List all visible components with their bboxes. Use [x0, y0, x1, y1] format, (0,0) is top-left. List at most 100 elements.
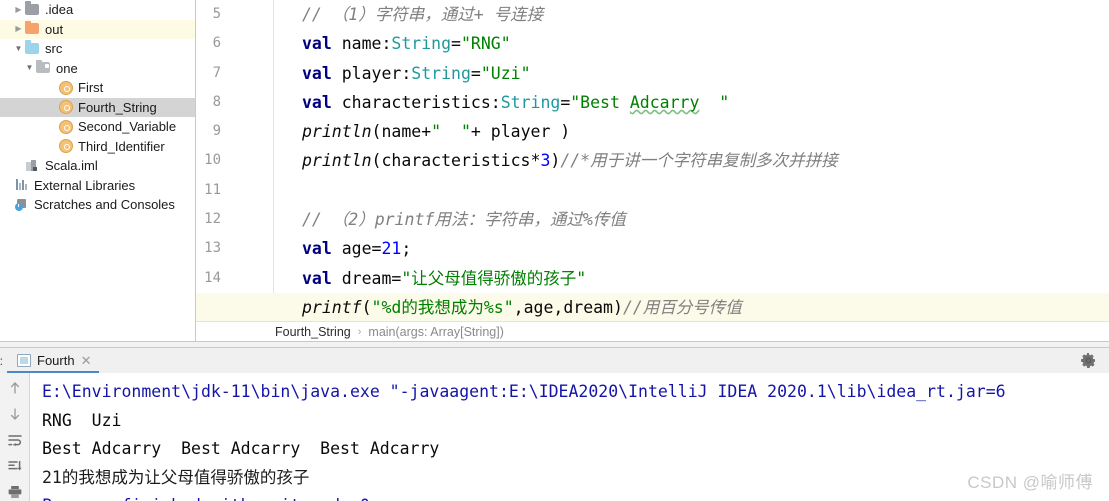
tree-item-second-variable[interactable]: Second_Variable — [0, 117, 195, 137]
tree-item-src[interactable]: ▼ src — [0, 39, 195, 59]
panel-splitter[interactable] — [0, 341, 1109, 348]
code-token: printf — [302, 297, 362, 317]
code-token: println — [302, 122, 372, 142]
chevron-right-icon[interactable]: ▶ — [13, 4, 24, 15]
run-tab-label: Fourth — [37, 353, 75, 368]
tree-item-third-identifier[interactable]: Third_Identifier — [0, 137, 195, 157]
print-icon[interactable] — [5, 484, 25, 501]
run-tab-fourth[interactable]: Fourth ✕ — [7, 348, 100, 373]
code-editor[interactable]: 56789101112131415 // （1）字符串，通过+ 号连接val n… — [196, 0, 1109, 341]
scroll-up-icon[interactable] — [5, 379, 25, 396]
code-content[interactable]: // （1）字符串，通过+ 号连接 val name:String="RNG" va… — [196, 0, 1109, 323]
gutter-line-7[interactable]: 7 — [196, 59, 273, 88]
gutter-line-8[interactable]: 8 — [196, 88, 273, 117]
gutter-line-5[interactable]: 5 — [196, 0, 273, 29]
code-token: "Best — [570, 92, 630, 112]
code-token: 21 — [381, 239, 402, 259]
watermark: CSDN @喻师傅 — [967, 473, 1093, 492]
tree-item-label: Scratches and Consoles — [34, 197, 175, 213]
code-line-11[interactable] — [302, 176, 1109, 205]
console-output[interactable]: E:\Environment\jdk-11\bin\java.exe "-jav… — [31, 373, 1109, 501]
scroll-down-icon[interactable] — [5, 405, 25, 422]
console-line: Best Adcarry Best Adcarry Best Adcarry — [42, 439, 440, 458]
breadcrumb-separator-icon: › — [357, 325, 362, 338]
scroll-to-end-icon[interactable] — [5, 458, 25, 475]
console-toolbar[interactable] — [0, 373, 30, 501]
chevron-down-icon[interactable]: ▼ — [13, 43, 24, 54]
project-tree-panel[interactable]: ▶ .idea ▶ out ▼ src ▼ one First Fourth_String Seco… — [0, 0, 196, 341]
gutter-line-6[interactable]: 6 — [196, 29, 273, 58]
line-number: 6 — [212, 35, 221, 52]
console-line: E:\Environment\jdk-11\bin\java.exe "-jav… — [42, 382, 1006, 401]
tree-item-scratches-and-consoles[interactable]: Scratches and Consoles — [0, 195, 195, 215]
scala-object-icon — [57, 119, 74, 134]
scala-object-icon — [57, 139, 74, 154]
code-token: String — [500, 92, 561, 112]
chevron-down-icon[interactable]: ▼ — [24, 63, 35, 74]
ide-window: ▶ .idea ▶ out ▼ src ▼ one First Fourth_String Seco… — [0, 0, 1109, 501]
code-line-14[interactable]: val dream="让父母值得骄傲的孩子" — [302, 264, 1109, 293]
tree-item-first[interactable]: First — [0, 78, 195, 98]
code-line-8[interactable]: val characteristics:String="Best Adcarry… — [302, 88, 1109, 117]
code-token: name: — [331, 34, 392, 54]
editor-gutter[interactable]: 56789101112131415 — [196, 0, 274, 323]
tree-item-out[interactable]: ▶ out — [0, 19, 195, 39]
folder-orange-icon — [24, 20, 41, 36]
gutter-line-12[interactable]: 12 — [196, 205, 273, 234]
code-token: Adcarry — [629, 92, 700, 112]
gutter-line-14[interactable]: 14 — [196, 264, 273, 293]
code-token: // （2）printf用法：字符串，通过%传值 — [302, 210, 626, 230]
gutter-line-11[interactable]: 11 — [196, 176, 273, 205]
tree-item-label: out — [45, 21, 64, 37]
breadcrumb-method[interactable]: main(args: Array[String]) — [368, 325, 503, 339]
gutter-line-13[interactable]: 13 — [196, 234, 273, 263]
chevron-right-icon[interactable]: ▶ — [13, 24, 24, 35]
breadcrumb-class[interactable]: Fourth_String — [275, 325, 351, 339]
code-line-6[interactable]: val name:String="RNG" — [302, 29, 1109, 58]
code-token: ) — [550, 151, 561, 171]
code-line-7[interactable]: val player:String="Uzi" — [302, 59, 1109, 88]
tree-item-scala-iml[interactable]: Scala.iml — [0, 156, 195, 176]
code-token: "%d的我想成为%s" — [371, 297, 514, 317]
line-number: 7 — [212, 64, 221, 81]
code-line-15[interactable]: printf("%d的我想成为%s",age,dream)//用百分号传值 — [196, 292, 1109, 323]
code-token: characteristics: — [331, 92, 501, 112]
tree-item-label: Fourth_String — [78, 99, 157, 115]
code-token: + player ) — [470, 122, 571, 142]
code-token: "RNG" — [460, 34, 511, 54]
tree-item-external-libraries[interactable]: External Libraries — [0, 176, 195, 196]
code-token: String — [391, 34, 452, 54]
line-number: 8 — [212, 93, 221, 110]
tree-item-label: .idea — [45, 2, 74, 18]
gutter-line-10[interactable]: 10 — [196, 146, 273, 175]
code-line-13[interactable]: val age=21; — [302, 234, 1109, 263]
tree-item-idea[interactable]: ▶ .idea — [0, 0, 195, 20]
line-number: 11 — [204, 181, 221, 198]
external-libraries-icon — [13, 178, 30, 192]
gutter-line-9[interactable]: 9 — [196, 117, 273, 146]
code-token: age= — [331, 239, 382, 259]
code-line-9[interactable]: println(name+" "+ player ) — [302, 117, 1109, 146]
code-token: "让父母值得骄傲的孩子" — [401, 268, 587, 288]
code-token: val — [302, 268, 332, 288]
code-line-5[interactable]: // （1）字符串，通过+ 号连接 — [302, 0, 1109, 29]
soft-wrap-icon[interactable] — [5, 431, 25, 448]
breadcrumb[interactable]: Fourth_String › main(args: Array[String]… — [196, 321, 1109, 341]
console-line: RNG Uzi — [42, 410, 122, 430]
run-console-panel: n: Fourth ✕ — [0, 348, 1109, 501]
tree-item-label: External Libraries — [34, 177, 136, 193]
code-token: ( — [361, 297, 372, 317]
close-icon[interactable]: ✕ — [81, 354, 92, 367]
line-number: 9 — [212, 123, 221, 140]
tree-item-label: Second_Variable — [78, 119, 177, 135]
code-line-10[interactable]: println(characteristics*3)//*用于讲一个字符串复制多… — [302, 146, 1109, 175]
code-line-12[interactable]: // （2）printf用法：字符串，通过%传值 — [302, 205, 1109, 234]
tree-item-fourth-string[interactable]: Fourth_String — [0, 97, 195, 117]
gear-icon[interactable] — [1080, 352, 1097, 369]
tree-item-one[interactable]: ▼ one — [0, 59, 195, 79]
code-token: ,age,dream) — [513, 297, 623, 317]
line-number: 5 — [212, 6, 221, 22]
